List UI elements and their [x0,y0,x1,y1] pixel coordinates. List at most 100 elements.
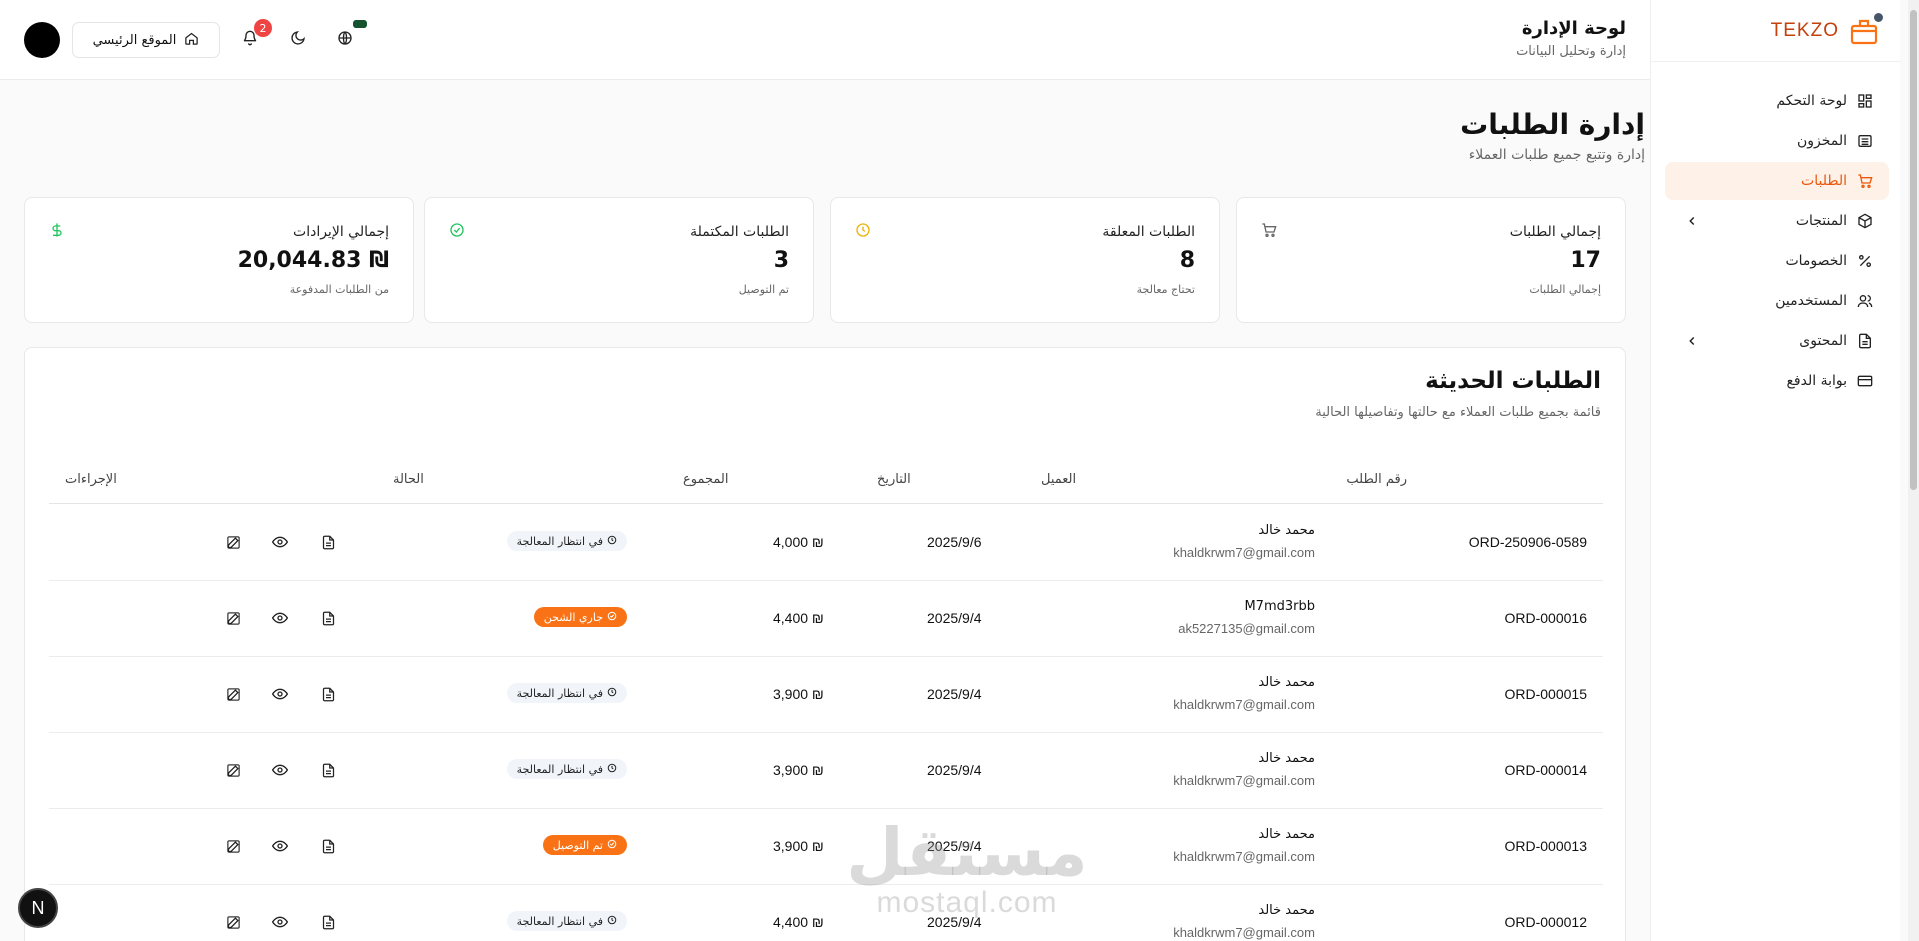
sidebar-item-3[interactable]: الطلبات [1665,162,1889,200]
status-label: جاري الشحن [543,610,603,624]
eye-icon[interactable] [271,609,289,627]
column-status: الحالة [393,472,424,487]
sidebar-nav: لوحة التحكم المخزون الطلبات المنتجات الخصوما… [1665,82,1889,402]
edit-icon[interactable] [224,761,242,779]
stat-caption: تحتاج معالجة [1136,283,1195,296]
status-badge: في انتظار المعالجة [506,531,627,551]
edit-icon[interactable] [224,913,242,931]
sidebar-item-label: المستخدمين [1775,293,1847,309]
stat-card: الطلبات المكتملة 3 تم التوصيل [424,197,814,323]
invoice-icon[interactable] [319,761,337,779]
stat-value: 17 [1570,248,1601,273]
users-icon [1857,293,1873,309]
sidebar-item-7[interactable]: المحتوى [1665,322,1889,360]
stat-value: 8 [1179,248,1195,273]
column-customer: العميل [1041,472,1077,487]
clock-icon [855,222,871,238]
cart-icon [1261,222,1277,238]
order-id[interactable]: ORD-000013 [1505,838,1588,854]
order-id[interactable]: ORD-000012 [1505,914,1588,930]
order-id[interactable]: ORD-000016 [1505,610,1588,626]
brand[interactable]: TEKZO [1651,0,1901,62]
sidebar-item-4[interactable]: المنتجات [1665,202,1889,240]
eye-icon[interactable] [271,533,289,551]
sidebar-item-8[interactable]: بوابة الدفع [1665,362,1889,400]
page-scrollbar[interactable] [1908,0,1919,941]
chevron-left-icon[interactable] [1685,214,1699,228]
stat-card: إجمالي الإيرادات 20,044.83 ₪ من الطلبات ال… [24,197,414,323]
sidebar-item-6[interactable]: المستخدمين [1665,282,1889,320]
sidebar-item-1[interactable]: لوحة التحكم [1665,82,1889,120]
stat-title: الطلبات المكتملة [690,224,789,240]
eye-icon[interactable] [271,913,289,931]
stat-caption: تم التوصيل [738,283,789,296]
order-id[interactable]: ORD-250906-0589 [1469,534,1587,550]
table-row: ORD-250906-0589 محمد خالد khaldkrwm7@gmail… [49,505,1603,581]
status-badge: في انتظار المعالجة [506,911,627,931]
edit-icon[interactable] [224,533,242,551]
notifications-button[interactable]: 2 [238,19,272,52]
invoice-icon[interactable] [319,837,337,855]
stat-caption: إجمالي الطلبات [1529,283,1601,296]
scrollbar-thumb[interactable] [1910,10,1917,490]
invoice-icon[interactable] [319,685,337,703]
status-badge: تم التوصيل [542,835,627,855]
eye-icon[interactable] [271,685,289,703]
edit-icon[interactable] [224,609,242,627]
edit-icon[interactable] [224,837,242,855]
moon-icon [290,30,306,50]
order-id[interactable]: ORD-000014 [1505,762,1588,778]
status-label: في انتظار المعالجة [516,914,603,928]
document-icon [1857,333,1873,349]
order-date: 2025/9/4 [927,610,982,626]
recent-orders-panel: الطلبات الحديثة قائمة بجميع طلبات العملا… [24,347,1626,941]
theme-toggle-button[interactable] [286,28,310,52]
stat-card: الطلبات المعلقة 8 تحتاج معالجة [830,197,1220,323]
customer-name: M7md3rbb [1244,599,1315,614]
invoice-icon[interactable] [319,533,337,551]
table-row: ORD-000015 محمد خالد khaldkrwm7@gmail.com 2… [49,657,1603,733]
nextjs-devtools-button[interactable]: N [18,888,58,928]
stat-value: 20,044.83 ₪ [237,248,389,273]
edit-icon[interactable] [224,685,242,703]
column-date: التاريخ [877,472,911,487]
eye-icon[interactable] [271,761,289,779]
status-badge: في انتظار المعالجة [506,683,627,703]
order-date: 2025/9/4 [927,762,982,778]
orders-subtitle: قائمة بجميع طلبات العملاء مع حالتها وتفا… [1315,405,1601,420]
sidebar-item-5[interactable]: الخصومات [1665,242,1889,280]
status-label: في انتظار المعالجة [516,534,603,548]
eye-icon[interactable] [271,837,289,855]
column-actions: الإجراءات [65,472,117,487]
warehouse-icon [1857,133,1873,149]
stat-value: 3 [773,248,789,273]
orders-table-header: رقم الطلب العميل التاريخ المجموع الحالة … [49,460,1603,504]
order-total: 3,900 ₪ [773,838,824,854]
watermark-logo-text: مستقل [846,814,1088,891]
status-label: تم التوصيل [552,838,603,852]
home-site-button[interactable]: الموقع الرئيسي [72,22,220,58]
invoice-icon[interactable] [319,609,337,627]
customer-email: khaldkrwm7@gmail.com [1173,925,1315,940]
stat-title: الطلبات المعلقة [1102,224,1195,240]
credit-card-icon [1857,373,1873,389]
order-total: 3,900 ₪ [773,686,824,702]
order-total: 4,400 ₪ [773,610,824,626]
order-id[interactable]: ORD-000015 [1505,686,1588,702]
customer-email: khaldkrwm7@gmail.com [1173,697,1315,712]
invoice-icon[interactable] [319,913,337,931]
header-title: لوحة الإدارة [1521,18,1626,39]
home-icon [184,31,199,50]
header-subtitle: إدارة وتحليل البيانات [1516,44,1626,59]
chevron-left-icon[interactable] [1685,334,1699,348]
check-circle-icon [607,839,617,852]
sidebar-item-label: الخصومات [1785,253,1847,269]
stat-title: إجمالي الإيرادات [293,224,389,240]
column-order-id: رقم الطلب [1346,472,1407,487]
sidebar-item-2[interactable]: المخزون [1665,122,1889,160]
language-button[interactable] [333,20,367,52]
sidebar-item-label: بوابة الدفع [1786,373,1847,389]
status-label: في انتظار المعالجة [516,762,603,776]
stat-title: إجمالي الطلبات [1509,224,1601,240]
avatar[interactable] [24,22,60,58]
